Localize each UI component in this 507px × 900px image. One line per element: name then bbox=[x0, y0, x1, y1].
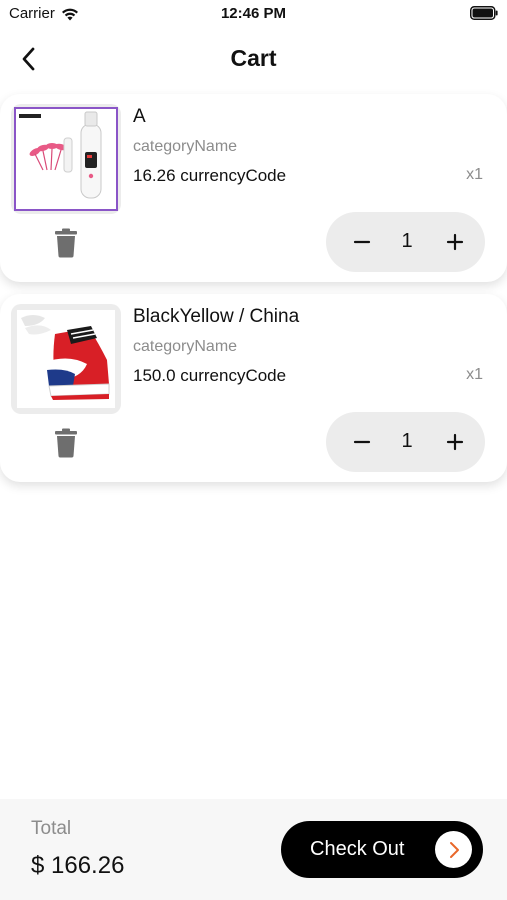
decrease-button[interactable] bbox=[336, 212, 388, 272]
beauty-device-image bbox=[14, 107, 118, 211]
product-image[interactable] bbox=[11, 104, 121, 214]
total-value: $ 166.26 bbox=[31, 852, 125, 879]
increase-button[interactable] bbox=[429, 212, 481, 272]
item-price: 16.26 currencyCode bbox=[133, 166, 287, 185]
checkout-button[interactable]: Check Out bbox=[281, 821, 483, 878]
increase-button[interactable] bbox=[429, 412, 481, 472]
delete-button[interactable] bbox=[52, 227, 80, 259]
battery-icon bbox=[470, 6, 498, 20]
cart-item[interactable]: A categoryName 16.26 currencyCode x1 1 bbox=[0, 94, 507, 282]
nav-bar: Cart bbox=[0, 28, 507, 90]
checkout-arrow bbox=[435, 831, 472, 868]
status-bar: Carrier 12:46 PM bbox=[0, 0, 507, 28]
cart-item[interactable]: BlackYellow / China categoryName 150.0 c… bbox=[0, 294, 507, 482]
quantity-value: 1 bbox=[401, 230, 413, 252]
checkout-label: Check Out bbox=[310, 838, 405, 860]
item-category: categoryName bbox=[133, 138, 238, 155]
total-label: Total bbox=[31, 818, 72, 839]
minus-icon bbox=[353, 440, 371, 444]
chevron-right-icon bbox=[449, 841, 459, 858]
delete-button[interactable] bbox=[52, 427, 80, 459]
item-name: A bbox=[133, 106, 146, 127]
decrease-button[interactable] bbox=[336, 412, 388, 472]
plus-icon bbox=[446, 433, 464, 451]
trash-icon bbox=[55, 228, 77, 258]
item-quantity-label: x1 bbox=[466, 366, 483, 383]
sneaker-image bbox=[17, 310, 115, 408]
checkout-footer: Total $ 166.26 Check Out bbox=[0, 799, 507, 900]
product-image[interactable] bbox=[11, 304, 121, 414]
status-time: 12:46 PM bbox=[220, 5, 287, 22]
item-name: BlackYellow / China bbox=[133, 306, 300, 327]
quantity-stepper: 1 bbox=[326, 212, 485, 272]
quantity-value: 1 bbox=[401, 430, 413, 452]
plus-icon bbox=[446, 233, 464, 251]
minus-icon bbox=[353, 240, 371, 244]
quantity-stepper: 1 bbox=[326, 412, 485, 472]
trash-icon bbox=[55, 428, 77, 458]
page-title: Cart bbox=[230, 45, 277, 71]
item-category: categoryName bbox=[133, 338, 238, 355]
item-price: 150.0 currencyCode bbox=[133, 366, 287, 385]
item-quantity-label: x1 bbox=[466, 166, 483, 183]
